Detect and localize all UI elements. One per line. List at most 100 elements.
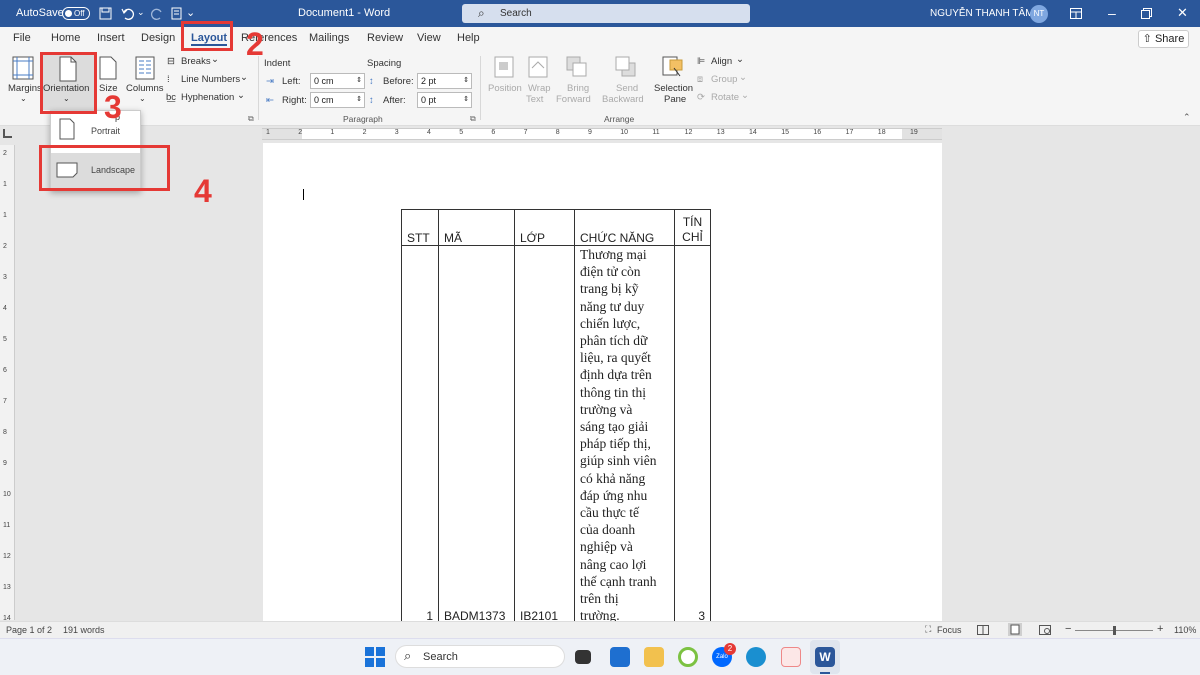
stepper-icon[interactable]: ⇕ [356, 93, 362, 107]
breaks-button[interactable]: Breaks [181, 56, 211, 67]
table-row: 1 BADM1373 IB2101 Thương mại điện tử còn t… [401, 245, 711, 626]
windows-start-icon[interactable] [365, 647, 385, 667]
hyphenation-button[interactable]: Hyphenation [181, 92, 234, 103]
tab-home[interactable]: Home [51, 32, 80, 44]
send-backward-button[interactable]: Send [616, 83, 638, 94]
hyphenation-icon: b͟c [166, 92, 177, 103]
spacing-after-icon: ↕ [369, 95, 374, 106]
bring-forward-button[interactable]: Bring [567, 83, 589, 94]
taskbar-search[interactable]: ⌕ Search [395, 645, 565, 668]
zoom-level[interactable]: 110% [1174, 625, 1196, 635]
customize-quick-access-icon[interactable]: ⌄ [186, 6, 195, 19]
ruler-mark: 1 [330, 129, 335, 136]
stepper-icon[interactable]: ⇕ [356, 74, 362, 88]
word-icon[interactable]: W [815, 647, 835, 667]
size-icon[interactable] [99, 56, 117, 80]
margins-button[interactable]: Margins [8, 83, 42, 94]
tab-selector-icon[interactable] [3, 129, 12, 138]
position-icon[interactable] [494, 56, 514, 78]
tab-insert[interactable]: Insert [97, 32, 125, 44]
web-layout-icon[interactable] [1039, 625, 1051, 635]
header-stt[interactable]: STT [401, 209, 439, 246]
zoom-out-button[interactable]: − [1065, 623, 1071, 635]
redo-icon[interactable] [150, 7, 164, 20]
horizontal-ruler[interactable]: 1 2 1 2 3 4 5 6 7 8 9 10 11 12 13 14 15 16 17 18 19 [262, 128, 942, 140]
description-line: pháp tiếp thị, [580, 436, 651, 452]
close-icon[interactable]: ✕ [1177, 5, 1188, 21]
spacing-before-input[interactable]: 2 pt ⇕ [417, 73, 472, 89]
tab-view[interactable]: View [417, 32, 441, 44]
position-button[interactable]: Position [488, 83, 522, 94]
vertical-ruler[interactable]: 2 1 1 2 3 4 5 6 7 8 9 10 11 12 13 14 [0, 145, 15, 622]
edge-icon[interactable] [746, 647, 766, 667]
zoom-in-button[interactable]: + [1157, 623, 1163, 635]
task-view-icon[interactable] [575, 650, 591, 664]
header-ma[interactable]: MÃ [438, 209, 515, 246]
focus-icon: ⛶ [925, 624, 932, 634]
course-table[interactable]: STT MÃ LỚP CHỨC NĂNG TÍN CHỈ 1 BADM1373 I… [401, 209, 711, 626]
stepper-icon[interactable]: ⇕ [463, 74, 469, 88]
vruler-mark: 13 [3, 584, 11, 591]
tab-review[interactable]: Review [367, 32, 403, 44]
save-icon[interactable] [99, 7, 112, 20]
columns-button[interactable]: Columns [126, 83, 164, 94]
user-name[interactable]: NGUYỄN THANH TÂM [930, 8, 1034, 19]
stepper-icon[interactable]: ⇕ [463, 93, 469, 107]
header-tin-chi[interactable]: TÍN CHỈ [674, 209, 711, 246]
undo-icon[interactable] [121, 7, 135, 20]
tab-design[interactable]: Design [141, 32, 175, 44]
cell-stt[interactable]: 1 [401, 245, 439, 626]
page-count[interactable]: Page 1 of 2 [6, 625, 52, 635]
print-layout-icon[interactable] [1008, 623, 1022, 636]
selection-pane-icon[interactable] [662, 56, 684, 78]
description-line: chiến lược, [580, 315, 641, 331]
share-button[interactable]: ⇧ Share [1138, 30, 1189, 48]
indent-left-input[interactable]: 0 cm ⇕ [310, 73, 365, 89]
cell-ma[interactable]: BADM1373 [438, 245, 515, 626]
tab-file[interactable]: File [13, 32, 31, 44]
page-setup-launcher-icon[interactable]: ⧉ [248, 114, 254, 124]
indent-right-input[interactable]: 0 cm ⇕ [310, 92, 365, 108]
header-lop[interactable]: LỚP [514, 209, 575, 246]
minimize-icon[interactable]: – [1108, 5, 1116, 21]
snipping-tool-icon[interactable] [781, 647, 801, 667]
tab-help[interactable]: Help [457, 32, 480, 44]
cell-lop[interactable]: IB2101 [514, 245, 575, 626]
focus-button[interactable]: Focus [937, 625, 962, 635]
touch-mode-icon[interactable] [170, 6, 184, 20]
margins-icon[interactable] [12, 56, 34, 80]
align-button[interactable]: Align [711, 56, 732, 67]
columns-icon[interactable] [135, 56, 155, 80]
wrap-text-button[interactable]: Wrap [528, 83, 551, 94]
collapse-ribbon-icon[interactable]: ⌃ [1183, 112, 1191, 123]
word-count[interactable]: 191 words [63, 625, 105, 635]
spacing-after-input[interactable]: 0 pt ⇕ [417, 92, 472, 108]
rotate-button[interactable]: Rotate [711, 92, 739, 103]
breaks-icon: ⊟ [167, 56, 175, 67]
avatar[interactable]: NT [1030, 5, 1048, 23]
undo-dropdown-icon[interactable]: ⌄ [137, 7, 145, 18]
zoom-slider-thumb[interactable] [1113, 626, 1116, 635]
restore-icon[interactable] [1141, 8, 1152, 19]
group-button[interactable]: Group [711, 74, 737, 85]
file-explorer-icon[interactable] [644, 647, 664, 667]
store-icon[interactable] [610, 647, 630, 667]
cell-chuc-nang[interactable]: Thương mại điện tử còn trang bị kỹ năng tư … [574, 245, 675, 626]
search-box[interactable]: ⌕ Search [462, 4, 750, 23]
ribbon-display-icon[interactable] [1070, 8, 1082, 19]
send-backward-icon[interactable] [615, 56, 637, 78]
coccoc-browser-icon[interactable] [678, 647, 698, 667]
autosave-toggle[interactable]: Off [62, 7, 90, 20]
paragraph-launcher-icon[interactable]: ⧉ [470, 114, 476, 124]
group-icon: ⧈ [697, 74, 704, 85]
wrap-text-icon[interactable] [528, 56, 548, 78]
tab-mailings[interactable]: Mailings [309, 32, 349, 44]
bring-forward-icon[interactable] [566, 56, 588, 78]
ruler-mark: 2 [362, 129, 367, 136]
cell-tin-chi[interactable]: 3 [674, 245, 711, 626]
selection-pane-button[interactable]: Selection [654, 83, 693, 94]
description-line: giúp sinh viên [580, 453, 657, 469]
read-mode-icon[interactable] [977, 625, 989, 635]
line-numbers-button[interactable]: Line Numbers [181, 74, 240, 85]
header-chuc-nang[interactable]: CHỨC NĂNG [574, 209, 675, 246]
